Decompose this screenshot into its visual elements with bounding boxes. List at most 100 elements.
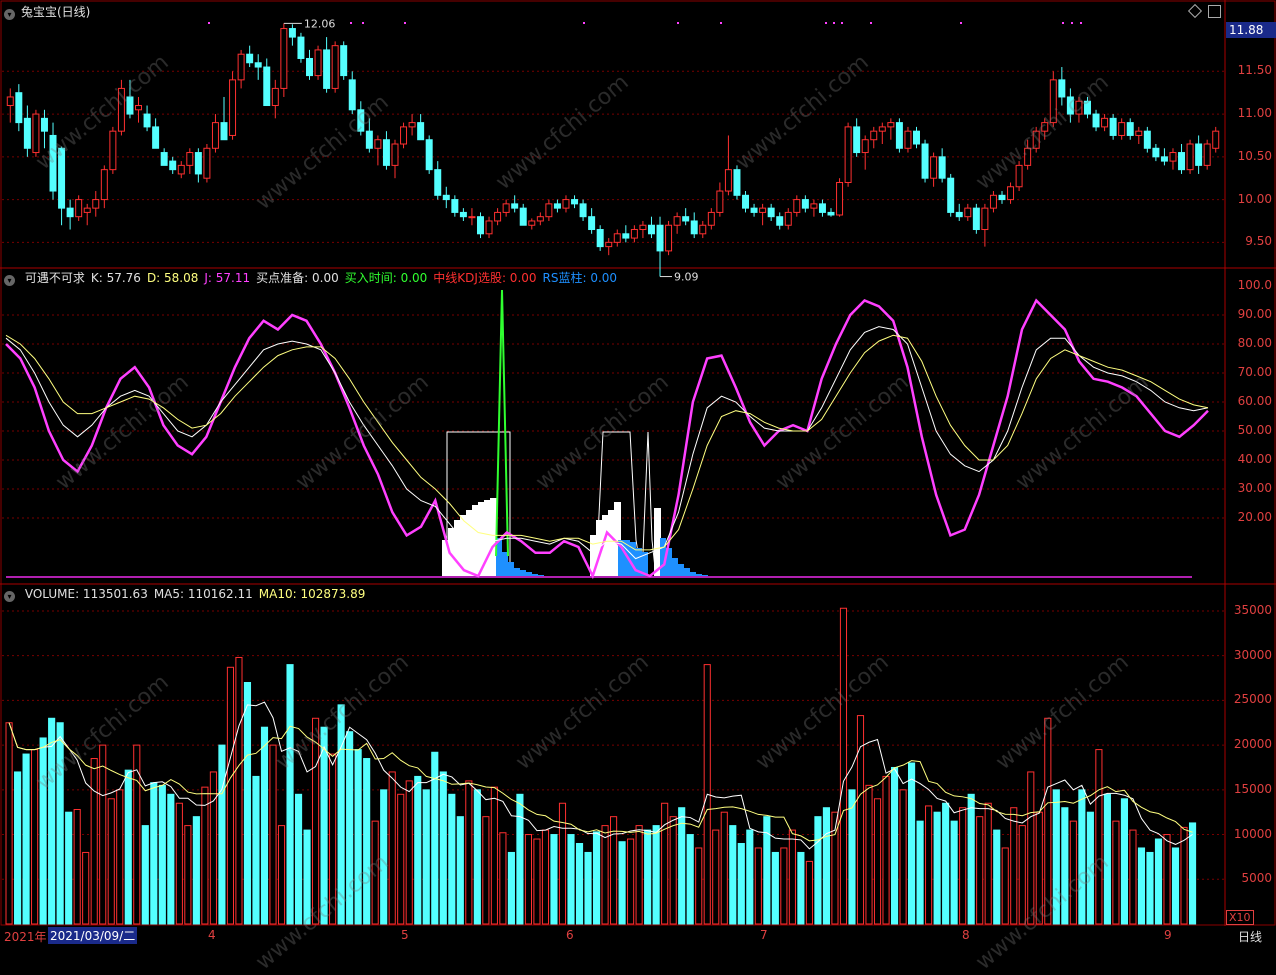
volume-bar <box>925 805 933 925</box>
volume-bar <box>499 832 507 925</box>
volume-header-item: MA10: 102873.89 <box>258 587 366 601</box>
candle <box>203 147 211 179</box>
candle <box>750 207 758 213</box>
volume-bar <box>124 769 132 925</box>
signal-dot <box>960 22 962 24</box>
candle <box>1195 143 1203 166</box>
volume-bar <box>627 838 635 925</box>
candle <box>220 122 228 141</box>
candle <box>1135 130 1143 136</box>
volume-bar <box>908 762 916 925</box>
candle <box>511 203 519 209</box>
candle <box>724 169 732 192</box>
candle <box>913 130 920 145</box>
volume-bar <box>746 829 754 925</box>
candle <box>348 79 356 111</box>
volume-bar <box>805 860 813 925</box>
volume-bar <box>669 816 677 925</box>
candle <box>476 216 484 235</box>
candle <box>605 241 613 248</box>
window-toggle-icon[interactable] <box>1208 5 1221 18</box>
candle <box>23 117 31 149</box>
candle <box>1203 143 1211 166</box>
kdj-header-item: J: 57.11 <box>204 271 251 285</box>
volume-bar <box>294 793 303 925</box>
volume-bar <box>848 789 856 925</box>
volume-bar <box>1129 829 1137 925</box>
candle <box>408 122 416 128</box>
volume-bar <box>184 825 192 925</box>
month-label: 4 <box>208 928 216 942</box>
rs-blue-bar <box>672 558 678 576</box>
volume-bar <box>942 802 950 925</box>
signal-dot <box>833 22 835 24</box>
volume-bar <box>175 802 183 925</box>
candle <box>75 199 83 218</box>
signal-dot <box>583 22 585 24</box>
volume-bar <box>976 816 984 925</box>
volume-bar <box>916 820 924 925</box>
volume-bar <box>397 793 405 925</box>
signal-dot <box>350 22 352 24</box>
candle <box>622 233 630 239</box>
candle <box>109 130 117 171</box>
candle <box>998 194 1006 201</box>
volume-bar <box>797 851 805 925</box>
signal-dot <box>404 22 406 24</box>
candle <box>169 160 177 171</box>
volume-bar <box>1180 826 1188 925</box>
volume-bar <box>1018 825 1026 925</box>
candle <box>502 203 510 213</box>
volume-bar <box>993 829 1001 925</box>
volume-bar <box>984 802 992 925</box>
period-label[interactable]: 日线 <box>1238 928 1262 945</box>
volume-bar <box>567 834 575 925</box>
volume-bar <box>465 780 473 925</box>
volume-bar <box>558 802 567 925</box>
volume-bar <box>99 744 107 925</box>
rs-blue-bar <box>702 575 708 576</box>
volume-bar <box>1137 847 1146 925</box>
candle <box>699 224 707 235</box>
chart-canvas: 12.06 9.09 <box>0 0 1276 944</box>
volume-bar <box>90 758 98 925</box>
volume-bar <box>601 825 609 925</box>
volume-bar <box>363 758 371 925</box>
panel-menu-icon[interactable]: ▾ <box>4 591 15 602</box>
white-signal-bar <box>654 508 661 576</box>
candle <box>536 216 544 222</box>
kdj-tick-label: 30.00 <box>1237 481 1272 495</box>
panel-menu-icon[interactable]: ▾ <box>4 275 15 286</box>
candle <box>1169 152 1177 162</box>
volume-bar <box>14 771 22 925</box>
kdj-tick-label: 90.00 <box>1237 307 1272 321</box>
candle <box>451 199 459 213</box>
volume-bar <box>243 682 252 925</box>
candle <box>665 224 673 252</box>
candle <box>459 211 467 218</box>
candle <box>186 152 194 166</box>
candle <box>194 152 202 175</box>
candle <box>323 49 331 89</box>
current-price-badge: 11.88 <box>1226 22 1276 38</box>
kdj-tick-label: 40.00 <box>1237 452 1272 466</box>
candle <box>374 139 382 149</box>
candle <box>1092 113 1100 128</box>
candle <box>562 199 570 209</box>
candle <box>306 57 313 77</box>
candle <box>682 216 690 222</box>
price-tick-label: 9.50 <box>1245 234 1272 249</box>
panel-menu-icon[interactable]: ▾ <box>4 9 15 20</box>
signal-dot <box>1071 22 1073 24</box>
rs-blue-bar <box>538 575 544 576</box>
volume-bar <box>260 726 269 925</box>
volume-bar <box>473 789 481 925</box>
kdj-tick-label: 70.00 <box>1237 365 1272 379</box>
candle <box>1143 130 1151 149</box>
candle <box>630 229 638 239</box>
volume-bar <box>201 786 209 925</box>
volume-bar <box>780 847 788 925</box>
volume-panel-header: ▾ VOLUME: 113501.63 MA5: 110162.11 MA10: 1… <box>4 586 371 602</box>
candle <box>733 169 741 196</box>
volume-bar <box>737 843 745 925</box>
